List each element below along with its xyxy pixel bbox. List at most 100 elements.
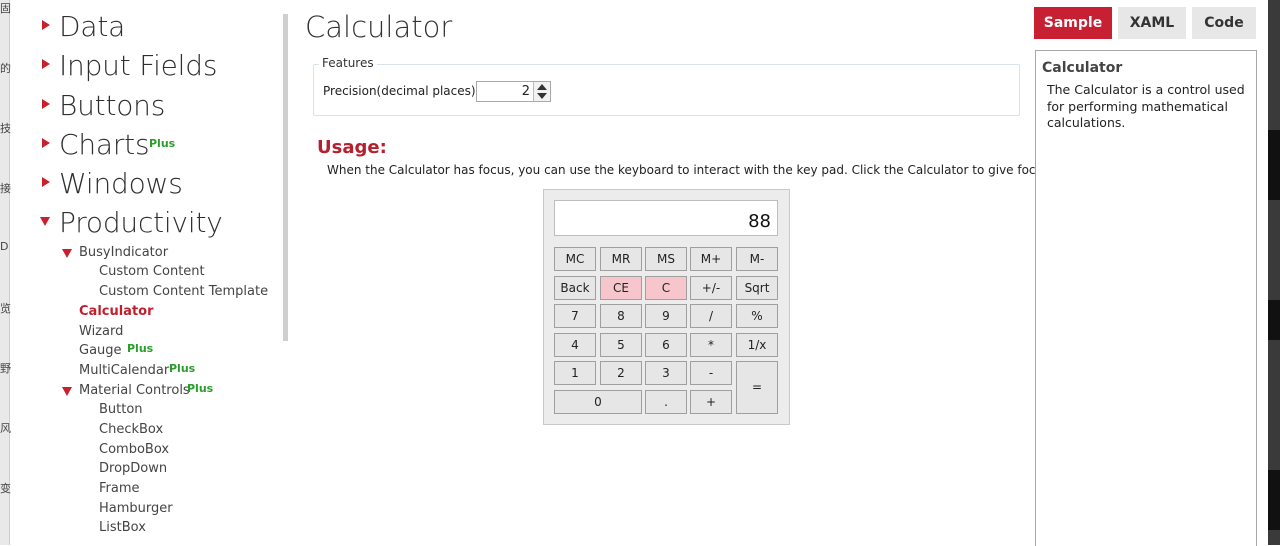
subtract-button[interactable]: - xyxy=(690,361,732,385)
digit-9-button[interactable]: 9 xyxy=(645,304,687,328)
usage-description: When the Calculator has focus, you can u… xyxy=(327,163,1054,177)
precision-label: Precision(decimal places): xyxy=(323,84,480,98)
nav-category-productivity[interactable]: Productivity xyxy=(36,204,286,243)
nav-item-combobox[interactable]: ComboBox xyxy=(36,441,286,461)
edge-char: 技 xyxy=(0,122,11,135)
nav-item-label: Wizard xyxy=(79,323,124,339)
digit-6-button[interactable]: 6 xyxy=(645,333,687,357)
nav-item-label: MultiCalendar xyxy=(79,362,170,378)
edge-char: 变 xyxy=(0,482,11,495)
divide-button[interactable]: / xyxy=(690,304,732,328)
digit-3-button[interactable]: 3 xyxy=(645,361,687,385)
nav-item-wizard[interactable]: Wizard xyxy=(36,323,286,343)
nav-item-label: Material Controls xyxy=(79,382,190,398)
nav-item-dropdown[interactable]: DropDown xyxy=(36,460,286,480)
digit-1-button[interactable]: 1 xyxy=(554,361,596,385)
digit-0-button[interactable]: 0 xyxy=(554,390,642,414)
edge-char: 览 xyxy=(0,302,11,315)
nav-item-label: Gauge xyxy=(79,343,122,359)
usage-heading: Usage: xyxy=(317,137,387,158)
reciprocal-button[interactable]: 1/x xyxy=(736,333,778,357)
edge-block xyxy=(1268,130,1280,200)
collapse-arrow-icon xyxy=(62,248,72,258)
nav-scrollbar-thumb[interactable] xyxy=(283,14,288,341)
nav-category-data[interactable]: Data xyxy=(36,8,286,47)
tab-xaml[interactable]: XAML xyxy=(1118,7,1186,39)
spin-down-icon[interactable] xyxy=(537,93,547,99)
nav-category-input-fields[interactable]: Input Fields xyxy=(36,47,286,86)
digit-2-button[interactable]: 2 xyxy=(600,361,642,385)
sample-navigation: Data Input Fields Buttons Charts Plus Wi… xyxy=(36,8,286,539)
nav-category-charts[interactable]: Charts Plus xyxy=(36,126,286,165)
collapse-arrow-icon xyxy=(62,386,72,396)
tab-sample[interactable]: Sample xyxy=(1034,7,1112,39)
expand-arrow-icon xyxy=(42,20,50,30)
spin-up-icon[interactable] xyxy=(537,84,547,90)
display-value: 88 xyxy=(748,211,771,232)
nav-item-calculator[interactable]: Calculator xyxy=(36,303,286,323)
window-right-edge xyxy=(1268,0,1280,545)
sqrt-button[interactable]: Sqrt xyxy=(736,276,778,300)
ms-button[interactable]: MS xyxy=(645,247,687,271)
nav-category-label: Charts xyxy=(59,127,150,161)
nav-item-multicalendar[interactable]: MultiCalendar Plus xyxy=(36,362,286,382)
nav-item-custom-content-template[interactable]: Custom Content Template xyxy=(36,283,286,303)
description-text: The Calculator is a control used for per… xyxy=(1047,82,1245,130)
mr-button[interactable]: MR xyxy=(600,247,642,271)
calculator-control[interactable]: 88 MC MR MS M+ M- Back CE C +/- Sqrt 7 8… xyxy=(543,189,790,425)
nav-item-label: Frame xyxy=(99,481,140,497)
mc-button[interactable]: MC xyxy=(554,247,596,271)
clear-entry-button[interactable]: CE xyxy=(600,276,642,300)
edge-char: 的 xyxy=(0,62,11,75)
nav-item-label: Custom Content xyxy=(99,264,205,280)
nav-item-listbox[interactable]: ListBox xyxy=(36,519,286,539)
plus-badge: Plus xyxy=(127,342,154,356)
nav-item-button[interactable]: Button xyxy=(36,401,286,421)
back-button[interactable]: Back xyxy=(554,276,596,300)
edge-char: 野 xyxy=(0,362,11,375)
clear-button[interactable]: C xyxy=(645,276,687,300)
features-groupbox: Features Precision(decimal places): 2 xyxy=(313,56,1020,116)
nav-item-custom-content[interactable]: Custom Content xyxy=(36,263,286,283)
digit-4-button[interactable]: 4 xyxy=(554,333,596,357)
multiply-button[interactable]: * xyxy=(690,333,732,357)
digit-8-button[interactable]: 8 xyxy=(600,304,642,328)
window-left-edge: 固 的 技 接 D 览 野 风 变 xyxy=(0,0,11,545)
nav-category-label: Windows xyxy=(59,167,183,201)
digit-5-button[interactable]: 5 xyxy=(600,333,642,357)
page-title: Calculator xyxy=(305,10,453,44)
nav-category-buttons[interactable]: Buttons xyxy=(36,87,286,126)
digit-7-button[interactable]: 7 xyxy=(554,304,596,328)
equals-button[interactable]: = xyxy=(736,361,778,414)
plus-badge: Plus xyxy=(187,381,214,395)
nav-item-hamburger[interactable]: Hamburger xyxy=(36,500,286,520)
percent-button[interactable]: % xyxy=(736,304,778,328)
nav-item-material-controls[interactable]: Material Controls Plus xyxy=(36,382,286,402)
edge-char: 风 xyxy=(0,422,11,435)
nav-item-label: Custom Content Template xyxy=(99,284,269,300)
decimal-button[interactable]: . xyxy=(645,390,687,414)
spinner-buttons xyxy=(533,82,550,101)
nav-item-busyindicator[interactable]: BusyIndicator xyxy=(36,244,286,264)
precision-spinner[interactable]: 2 xyxy=(476,81,551,102)
precision-value[interactable]: 2 xyxy=(522,84,530,99)
description-heading: Calculator xyxy=(1042,60,1123,76)
negate-button[interactable]: +/- xyxy=(690,276,732,300)
collapse-arrow-icon xyxy=(40,217,50,227)
tab-code[interactable]: Code xyxy=(1192,7,1256,39)
nav-category-label: Data xyxy=(59,10,126,43)
nav-item-label: BusyIndicator xyxy=(79,244,169,260)
nav-category-label: Input Fields xyxy=(59,49,218,83)
m-minus-button[interactable]: M- xyxy=(736,247,778,271)
edge-block xyxy=(1268,300,1280,340)
nav-item-label: CheckBox xyxy=(99,421,164,437)
m-plus-button[interactable]: M+ xyxy=(690,247,732,271)
nav-item-checkbox[interactable]: CheckBox xyxy=(36,421,286,441)
nav-item-gauge[interactable]: Gauge Plus xyxy=(36,342,286,362)
expand-arrow-icon xyxy=(42,98,50,109)
add-button[interactable]: + xyxy=(690,390,732,414)
nav-item-label: Calculator xyxy=(79,303,154,319)
nav-item-frame[interactable]: Frame xyxy=(36,480,286,500)
edge-char: 接 xyxy=(0,182,11,195)
nav-category-windows[interactable]: Windows xyxy=(36,165,286,204)
